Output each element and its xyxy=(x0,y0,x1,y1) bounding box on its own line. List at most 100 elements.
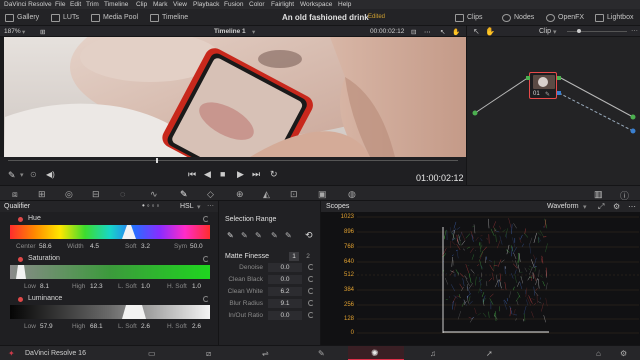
play-icon[interactable]: ▶ xyxy=(237,169,244,180)
feather-minus-icon[interactable]: ✎ xyxy=(271,231,278,240)
rgb-mixer-icon[interactable]: ⊟ xyxy=(92,189,102,199)
node-key-output[interactable] xyxy=(557,91,561,95)
sizing-icon[interactable]: ▣ xyxy=(318,189,328,199)
sat-hsoft-value[interactable]: 1.0 xyxy=(192,283,201,290)
hue-center-value[interactable]: 58.6 xyxy=(39,243,52,250)
clean-black-value[interactable]: 0.0 xyxy=(268,275,302,284)
menu-fairlight[interactable]: Fairlight xyxy=(271,1,294,8)
matte-page-2[interactable]: 2 xyxy=(303,252,313,261)
gallery-still-icon[interactable]: ⊙ xyxy=(30,170,37,179)
picker-icon[interactable]: ✎ xyxy=(227,231,234,240)
node-options-icon[interactable]: ⋯ xyxy=(631,27,638,35)
hue-soft-value[interactable]: 3.2 xyxy=(141,243,150,250)
viewer-options-icon[interactable]: ⊟ xyxy=(411,28,416,36)
node-mode-dropdown-icon[interactable]: ▾ xyxy=(553,28,557,36)
home-icon[interactable]: ⌂ xyxy=(596,349,606,358)
hue-sym-value[interactable]: 50.0 xyxy=(190,243,203,250)
luts-button[interactable]: LUTs xyxy=(51,12,79,23)
openfx-button[interactable]: OpenFX xyxy=(546,12,584,23)
menu-edit[interactable]: Edit xyxy=(70,1,81,8)
color-page-tab[interactable]: ✺ xyxy=(348,346,404,360)
qualifier-options-icon[interactable]: ⋯ xyxy=(207,202,214,210)
media-pool-button[interactable]: Media Pool xyxy=(91,12,138,23)
node-mode[interactable]: Clip xyxy=(539,28,551,35)
menu-help[interactable]: Help xyxy=(338,1,351,8)
luminance-range-bar[interactable] xyxy=(10,305,210,319)
node-zoom-handle[interactable] xyxy=(577,29,581,33)
menu-davinci[interactable]: DaVinci Resolve xyxy=(4,1,52,8)
zoom-level[interactable]: 187% xyxy=(4,28,21,35)
scopes-icon[interactable]: ▥ xyxy=(594,189,604,199)
gallery-button[interactable]: Gallery xyxy=(5,12,39,23)
window-icon[interactable]: ◇ xyxy=(207,189,217,199)
timeline-name[interactable]: Timeline 1 xyxy=(214,28,246,35)
blur-icon[interactable]: ◭ xyxy=(263,189,273,199)
fusion-page-icon[interactable]: ✎ xyxy=(318,349,328,358)
cut-page-icon[interactable]: ⧄ xyxy=(206,349,216,358)
tool-dropdown-icon[interactable]: ▾ xyxy=(20,171,24,179)
saturation-reset-icon[interactable] xyxy=(203,256,209,262)
camera-raw-icon[interactable]: ⧈ xyxy=(12,189,22,199)
media-page-icon[interactable]: ▭ xyxy=(148,349,158,358)
fairlight-page-icon[interactable]: ♫ xyxy=(430,349,440,358)
options-icon[interactable]: ⊞ xyxy=(40,28,45,36)
color-match-icon[interactable]: ⊞ xyxy=(38,189,48,199)
picker-plus-icon[interactable]: ✎ xyxy=(255,231,262,240)
key-icon[interactable]: ⊡ xyxy=(290,189,300,199)
playhead[interactable] xyxy=(156,158,158,163)
menu-timeline[interactable]: Timeline xyxy=(104,1,128,8)
feather-plus-icon[interactable]: ✎ xyxy=(285,231,292,240)
denoise-value[interactable]: 0.0 xyxy=(268,263,302,272)
scrubber-track[interactable] xyxy=(8,160,458,161)
pointer-icon[interactable]: ↖ xyxy=(440,28,445,36)
lum-hsoft-value[interactable]: 2.6 xyxy=(192,323,201,330)
go-end-icon[interactable]: ⏭ xyxy=(252,169,260,180)
rewind-icon[interactable]: ◀ xyxy=(204,169,211,180)
luminance-reset-icon[interactable] xyxy=(203,296,209,302)
menu-mark[interactable]: Mark xyxy=(153,1,167,8)
menu-fusion[interactable]: Fusion xyxy=(224,1,244,8)
in-out-ratio-value[interactable]: 0.0 xyxy=(268,311,302,320)
loop-icon[interactable]: ↻ xyxy=(270,169,278,180)
lum-lsoft-value[interactable]: 2.6 xyxy=(141,323,150,330)
timeline-button[interactable]: Timeline xyxy=(150,12,188,23)
pointer-icon[interactable]: ↖ xyxy=(473,27,480,36)
blur-radius-reset-icon[interactable] xyxy=(308,300,314,306)
matte-page-1[interactable]: 1 xyxy=(289,252,299,261)
audio-icon[interactable]: ◀) xyxy=(46,170,55,179)
clean-white-value[interactable]: 6.2 xyxy=(268,287,302,296)
info-icon[interactable]: ⓘ xyxy=(620,189,630,201)
go-start-icon[interactable]: ⏮ xyxy=(188,169,196,180)
node-rgb-input[interactable] xyxy=(526,76,530,80)
node-01[interactable]: 01 ✎ xyxy=(529,72,557,99)
nodes-button[interactable]: Nodes xyxy=(502,12,534,23)
scope-expand-icon[interactable]: ⤢ xyxy=(598,202,604,212)
color-wheels-icon[interactable]: ◎ xyxy=(65,189,75,199)
menu-trim[interactable]: Trim xyxy=(86,1,99,8)
lightbox-button[interactable]: Lightbox xyxy=(595,12,633,23)
timeline-dropdown-icon[interactable]: ▾ xyxy=(252,28,255,36)
node-zoom-slider[interactable] xyxy=(567,31,627,32)
picker-minus-icon[interactable]: ✎ xyxy=(241,231,248,240)
scope-type-dropdown-icon[interactable]: ▾ xyxy=(583,203,587,211)
menu-workspace[interactable]: Workspace xyxy=(300,1,332,8)
clips-button[interactable]: Clips xyxy=(455,12,483,23)
stop-icon[interactable]: ■ xyxy=(220,169,225,179)
qualifier-mode-dropdown-icon[interactable]: ▾ xyxy=(197,203,201,211)
hue-reset-icon[interactable] xyxy=(203,216,209,222)
sat-lsoft-value[interactable]: 1.0 xyxy=(141,283,150,290)
zoom-dropdown-icon[interactable]: ▾ xyxy=(22,28,25,36)
hue-width-value[interactable]: 4.5 xyxy=(90,243,99,250)
clean-white-reset-icon[interactable] xyxy=(308,288,314,294)
menu-playback[interactable]: Playback xyxy=(193,1,219,8)
scope-settings-icon[interactable]: ⚙ xyxy=(613,202,620,211)
luminance-enable-dot[interactable] xyxy=(18,297,23,302)
menu-file[interactable]: File xyxy=(55,1,65,8)
in-out-ratio-reset-icon[interactable] xyxy=(308,312,314,318)
hue-enable-dot[interactable] xyxy=(18,217,23,222)
saturation-range-bar[interactable] xyxy=(10,265,210,279)
viewer-image[interactable] xyxy=(0,37,466,157)
denoise-reset-icon[interactable] xyxy=(308,264,314,270)
viewer-settings-icon[interactable]: ⋯ xyxy=(424,28,431,36)
qualifier-mode[interactable]: HSL xyxy=(180,203,194,210)
